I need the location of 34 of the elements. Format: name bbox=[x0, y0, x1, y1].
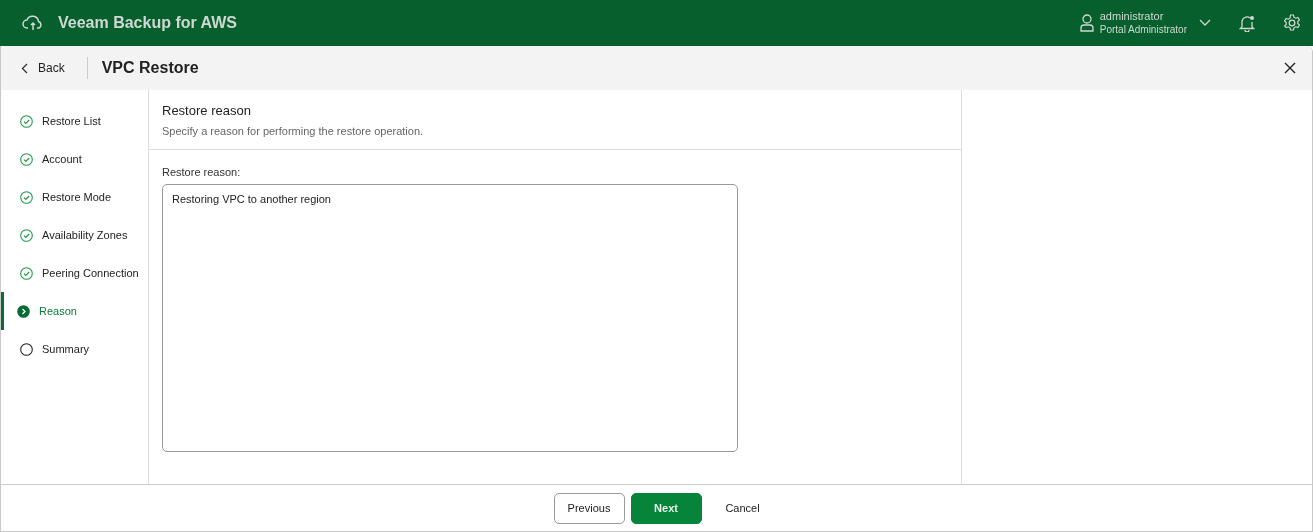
reason-field[interactable]: Restoring VPC to another region bbox=[162, 184, 738, 452]
close-icon[interactable] bbox=[1284, 62, 1296, 74]
user-icon bbox=[1079, 14, 1094, 32]
user-role: Portal Administrator bbox=[1099, 23, 1187, 36]
wizard-step[interactable]: Account bbox=[1, 140, 148, 178]
wizard-step[interactable]: Summary bbox=[1, 330, 148, 368]
user-menu[interactable]: administrator Portal Administrator bbox=[1079, 10, 1211, 36]
section-description: Specify a reason for performing the restore operation. bbox=[162, 125, 425, 137]
wizard-step[interactable]: Peering Connection bbox=[1, 254, 148, 292]
check-circle-icon bbox=[20, 266, 33, 280]
cloud-icon bbox=[22, 13, 44, 33]
wizard-step[interactable]: Restore Mode bbox=[1, 178, 148, 216]
user-name: administrator bbox=[1099, 10, 1165, 23]
section-title: Restore reason bbox=[162, 103, 252, 118]
settings-icon[interactable] bbox=[1283, 14, 1301, 32]
chevron-down-icon bbox=[1199, 19, 1211, 27]
bell-icon[interactable] bbox=[1239, 14, 1255, 32]
secondary-button[interactable]: Previous bbox=[553, 492, 625, 524]
check-circle-icon bbox=[20, 152, 33, 166]
dialog-title: VPC Restore bbox=[86, 57, 1284, 79]
wizard-step[interactable]: Restore List bbox=[1, 102, 148, 140]
back-button[interactable]: Back bbox=[19, 57, 67, 79]
empty-circle-icon bbox=[20, 342, 33, 356]
primary-button[interactable]: Next bbox=[630, 492, 702, 524]
check-circle-icon bbox=[20, 190, 33, 204]
app-title: Veeam Backup for AWS bbox=[58, 14, 238, 32]
check-circle-icon bbox=[20, 114, 33, 128]
wizard-step[interactable]: Reason bbox=[1, 292, 148, 330]
plain-button[interactable]: Cancel bbox=[707, 492, 778, 524]
chevron-left-icon bbox=[21, 62, 28, 74]
wizard-step[interactable]: Availability Zones bbox=[1, 216, 148, 254]
arrow-circle-icon bbox=[17, 304, 30, 318]
field-label: Restore reason: bbox=[162, 166, 242, 178]
check-circle-icon bbox=[20, 228, 33, 242]
